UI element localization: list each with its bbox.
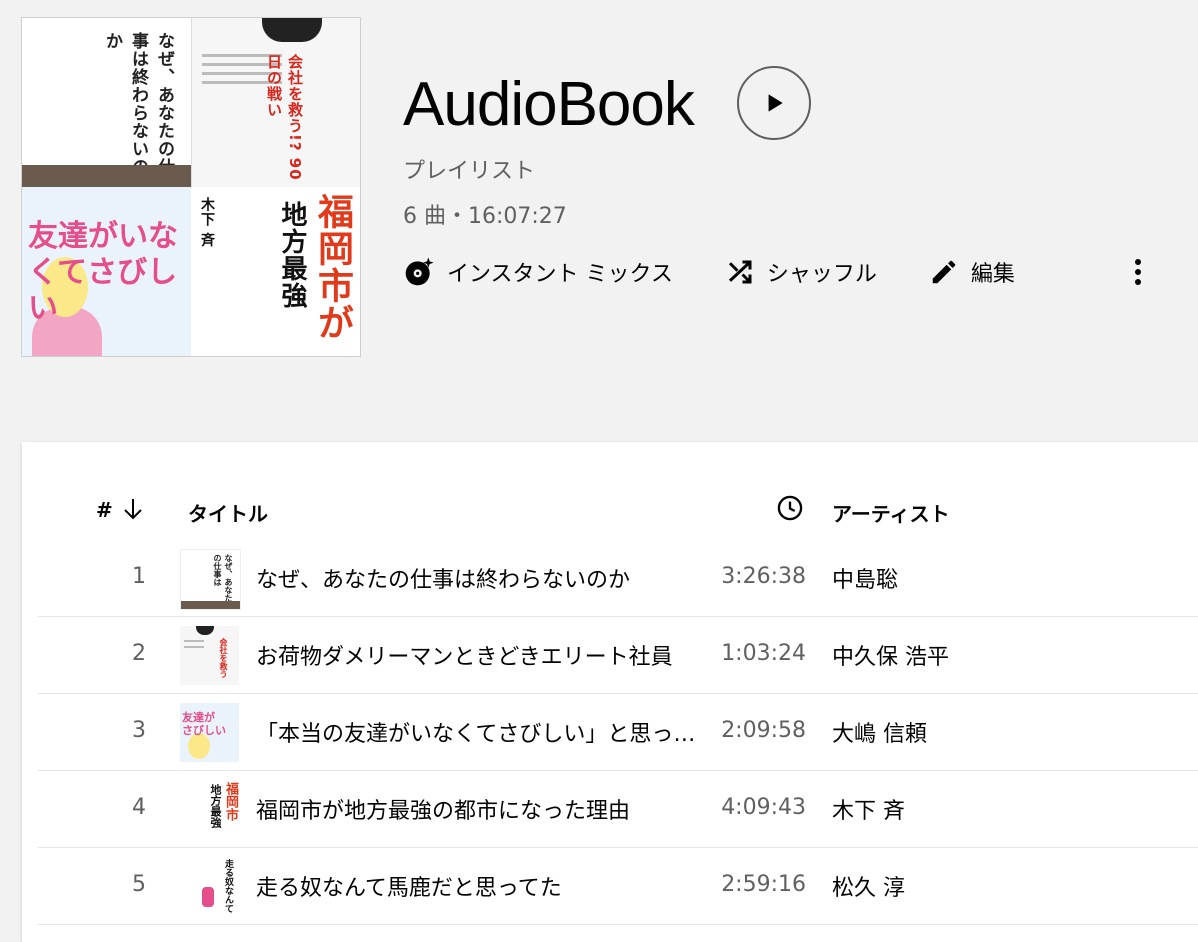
track-duration: 2:09:58 [721, 718, 806, 743]
edit-label: 編集 [970, 262, 1015, 287]
edit-button[interactable]: 編集 [929, 256, 1015, 288]
track-artist[interactable]: 大嶋 信頼 [832, 716, 927, 748]
track-title[interactable]: 「本当の友達がいなくてさびしい」と思ったとき読む本 [256, 716, 696, 748]
track-number: 1 [132, 564, 146, 589]
cover-tile-2-text: 会社を救う!? 90日の戦い [265, 54, 304, 181]
track-thumbnail: 友達が さびしい [180, 703, 239, 762]
play-icon [768, 94, 783, 112]
sort-button[interactable] [122, 496, 144, 527]
more-vert-icon [1135, 259, 1141, 285]
cover-tile-2: 会社を救う!? 90日の戦い [191, 18, 360, 187]
playlist-type: プレイリスト [403, 159, 536, 184]
shuffle-button[interactable]: シャッフル [725, 256, 877, 288]
play-button[interactable] [737, 66, 811, 140]
action-bar: インスタント ミックス シャッフル 編集 [403, 252, 1067, 292]
track-thumbnail: 福岡市 地方最強 [180, 780, 239, 839]
cover-tile-4-author: 木下 斉 [199, 197, 215, 248]
cover-tile-3: 友達がいなくてさびしい [22, 187, 191, 356]
track-title[interactable]: 走る奴なんて馬鹿だと思ってた [256, 870, 696, 902]
track-artist[interactable]: 松久 淳 [832, 870, 905, 902]
cover-tile-3-text: 友達がいなくてさびしい [28, 219, 178, 326]
table-row[interactable]: 1 なぜ、あなたの仕事は なぜ、あなたの仕事は終わらないのか 3:26:38 中… [38, 540, 1198, 617]
cover-tile-4-big: 福岡市が [312, 193, 353, 341]
instant-mix-button[interactable]: インスタント ミックス [403, 256, 673, 288]
header-number: # [96, 498, 113, 522]
cover-tile-4-mid: 地方最強 [277, 201, 307, 309]
track-title[interactable]: 福岡市が地方最強の都市になった理由 [256, 793, 696, 825]
shuffle-label: シャッフル [766, 262, 877, 287]
track-duration: 3:26:38 [721, 564, 806, 589]
playlist-cover: なぜ、あなたの仕事は終わらないのか 会社を救う!? 90日の戦い 友達がいなくて… [21, 17, 361, 357]
instant-mix-label: インスタント ミックス [447, 262, 673, 287]
pencil-icon [932, 260, 956, 284]
track-duration: 4:09:43 [721, 795, 806, 820]
track-duration: 2:59:16 [721, 872, 806, 897]
track-artist[interactable]: 木下 斉 [832, 793, 905, 825]
track-thumbnail: 会社を救う [180, 626, 239, 685]
track-title[interactable]: なぜ、あなたの仕事は終わらないのか [256, 562, 696, 594]
cover-tile-4: 福岡市が 地方最強 木下 斉 [191, 187, 360, 356]
more-options-button[interactable] [1124, 256, 1152, 288]
playlist-meta: 6 曲・16:07:27 [403, 204, 567, 229]
track-duration: 1:03:24 [721, 641, 806, 666]
instant-mix-icon [405, 257, 434, 286]
track-thumbnail: 走る奴なんて [180, 857, 239, 916]
track-number: 3 [132, 718, 146, 743]
track-artist[interactable]: 中島聡 [832, 562, 898, 594]
table-row[interactable]: 5 走る奴なんて 走る奴なんて馬鹿だと思ってた 2:59:16 松久 淳 [38, 848, 1198, 925]
table-row[interactable]: 4 福岡市 地方最強 福岡市が地方最強の都市になった理由 4:09:43 木下 … [38, 771, 1198, 848]
track-thumbnail: なぜ、あなたの仕事は [180, 549, 241, 610]
header-artist[interactable]: アーティスト [832, 498, 950, 527]
playlist-title: AudioBook [403, 70, 695, 139]
clock-icon [777, 495, 803, 521]
track-title[interactable]: お荷物ダメリーマンときどきエリート社員 [256, 639, 696, 671]
track-number: 4 [132, 795, 146, 820]
cover-tile-1: なぜ、あなたの仕事は終わらないのか [22, 18, 191, 187]
header-title[interactable]: タイトル [188, 498, 268, 527]
arrow-down-icon [124, 499, 142, 520]
table-row[interactable]: 3 友達がさびしい 「本当の友達がいなくてさびしい」と思ったとき読む本 2:09… [38, 694, 1198, 771]
track-table: # タイトル アーティスト 1 なぜ、あなたの仕事は なぜ、あなたの仕事は終わら… [22, 442, 1198, 942]
track-number: 5 [132, 872, 146, 897]
track-artist[interactable]: 中久保 浩平 [832, 639, 949, 671]
table-row[interactable]: 2 会社を救う お荷物ダメリーマンときどきエリート社員 1:03:24 中久保 … [38, 617, 1198, 694]
cover-tile-1-text: なぜ、あなたの仕事は終わらないのか [102, 32, 174, 176]
header-duration[interactable] [776, 494, 804, 527]
track-number: 2 [132, 641, 146, 666]
shuffle-icon [728, 260, 752, 284]
